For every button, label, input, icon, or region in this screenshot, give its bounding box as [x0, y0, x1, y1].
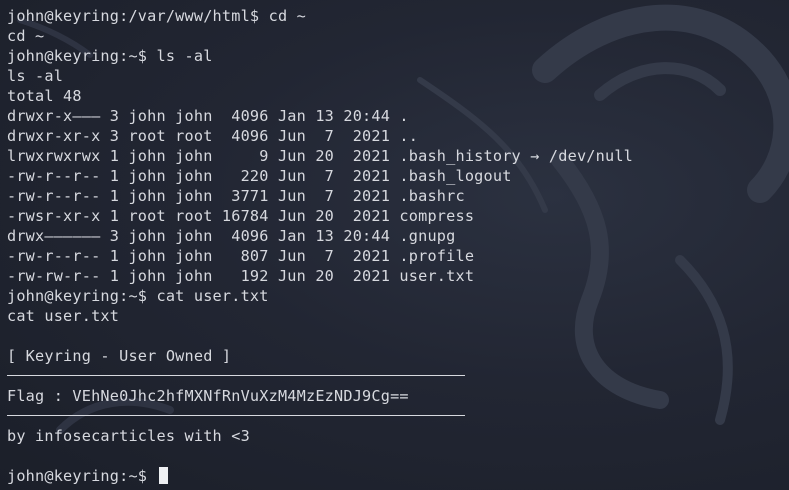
- terminal-line: -rw-r--r-- 1 john john 220 Jun 7 2021 .b…: [7, 167, 512, 185]
- prompt-line[interactable]: john@keyring:~$: [7, 466, 789, 486]
- terminal-line: john@keyring:~$ ls -al: [7, 47, 213, 65]
- text-cursor: [158, 467, 168, 484]
- terminal-line: drwxr-x——— 3 john john 4096 Jan 13 20:44…: [7, 107, 409, 125]
- terminal-line: total 48: [7, 87, 82, 105]
- terminal-line: cat user.txt: [7, 307, 120, 325]
- terminal-line: -rw-r--r-- 1 john john 3771 Jun 7 2021 .…: [7, 187, 465, 205]
- terminal-line: -rwsr-xr-x 1 root root 16784 Jun 20 2021…: [7, 207, 475, 225]
- flag-line: Flag : VEhNe0Jhc2hfMXNfRnVuXzM4MzEzNDJ9C…: [7, 387, 409, 405]
- terminal-line: -rw-rw-r-- 1 john john 192 Jun 20 2021 u…: [7, 267, 475, 285]
- terminal-line: lrwxrwxrwx 1 john john 9 Jun 20 2021 .ba…: [7, 147, 634, 165]
- banner-title: [ Keyring - User Owned ]: [7, 347, 232, 365]
- terminal-line: drwx—————— 3 john john 4096 Jan 13 20:44…: [7, 227, 456, 245]
- terminal-output: john@keyring:/var/www/html$ cd ~ cd ~ jo…: [7, 6, 789, 486]
- terminal-line: drwxr-xr-x 3 root root 4096 Jun 7 2021 .…: [7, 127, 419, 145]
- banner-divider: [7, 406, 789, 426]
- terminal-line: ls -al: [7, 67, 64, 85]
- banner-divider: [7, 366, 789, 386]
- terminal-window[interactable]: john@keyring:/var/www/html$ cd ~ cd ~ jo…: [0, 0, 789, 490]
- terminal-line: cd ~: [7, 27, 45, 45]
- terminal-line: by infosecarticles with <3: [7, 427, 250, 445]
- terminal-line: -rw-r--r-- 1 john john 807 Jun 7 2021 .p…: [7, 247, 475, 265]
- terminal-line: john@keyring:/var/www/html$ cd ~: [7, 7, 306, 25]
- shell-prompt: john@keyring:~$: [7, 467, 157, 485]
- terminal-line: john@keyring:~$ cat user.txt: [7, 287, 269, 305]
